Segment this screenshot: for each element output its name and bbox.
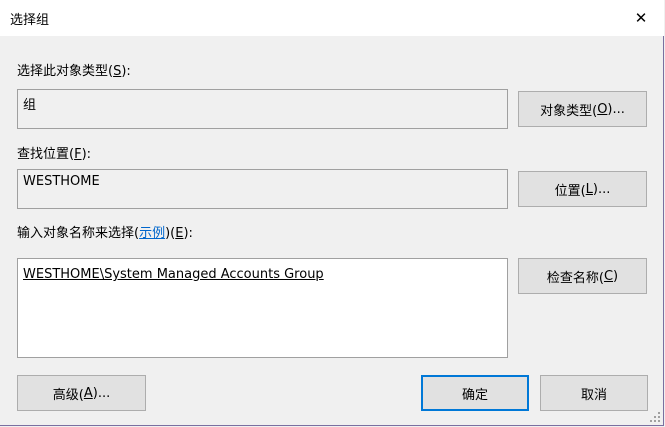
locations-button[interactable]: 位置(L)... [518,171,647,207]
object-type-field: 组 [17,89,508,129]
resize-grip-icon[interactable] [649,411,661,423]
object-names-input[interactable]: WESTHOME\System Managed Accounts Group [17,258,508,358]
select-group-dialog: 选择组 ✕ 选择此对象类型(S): 组 对象类型(O)... 查找位置(F): … [0,0,664,426]
cancel-button[interactable]: 取消 [540,375,648,411]
ok-button[interactable]: 确定 [421,375,529,411]
location-label: 查找位置(F): [17,147,92,162]
close-icon: ✕ [634,9,648,27]
resolved-name: WESTHOME\System Managed Accounts Group [23,267,324,282]
location-value: WESTHOME [23,174,100,189]
window-title: 选择组 [10,13,50,28]
title-bar: 选择组 ✕ [0,0,664,36]
object-type-value: 组 [23,98,37,113]
location-field: WESTHOME [17,169,508,209]
object-names-label: 输入对象名称来选择(示例)(E): [17,226,193,241]
advanced-button[interactable]: 高级(A)... [17,375,146,411]
object-types-button[interactable]: 对象类型(O)... [518,91,647,127]
check-names-button[interactable]: 检查名称(C) [518,258,647,294]
examples-link[interactable]: 示例 [139,226,165,241]
close-button[interactable]: ✕ [618,0,664,36]
object-type-label: 选择此对象类型(S): [17,64,131,79]
